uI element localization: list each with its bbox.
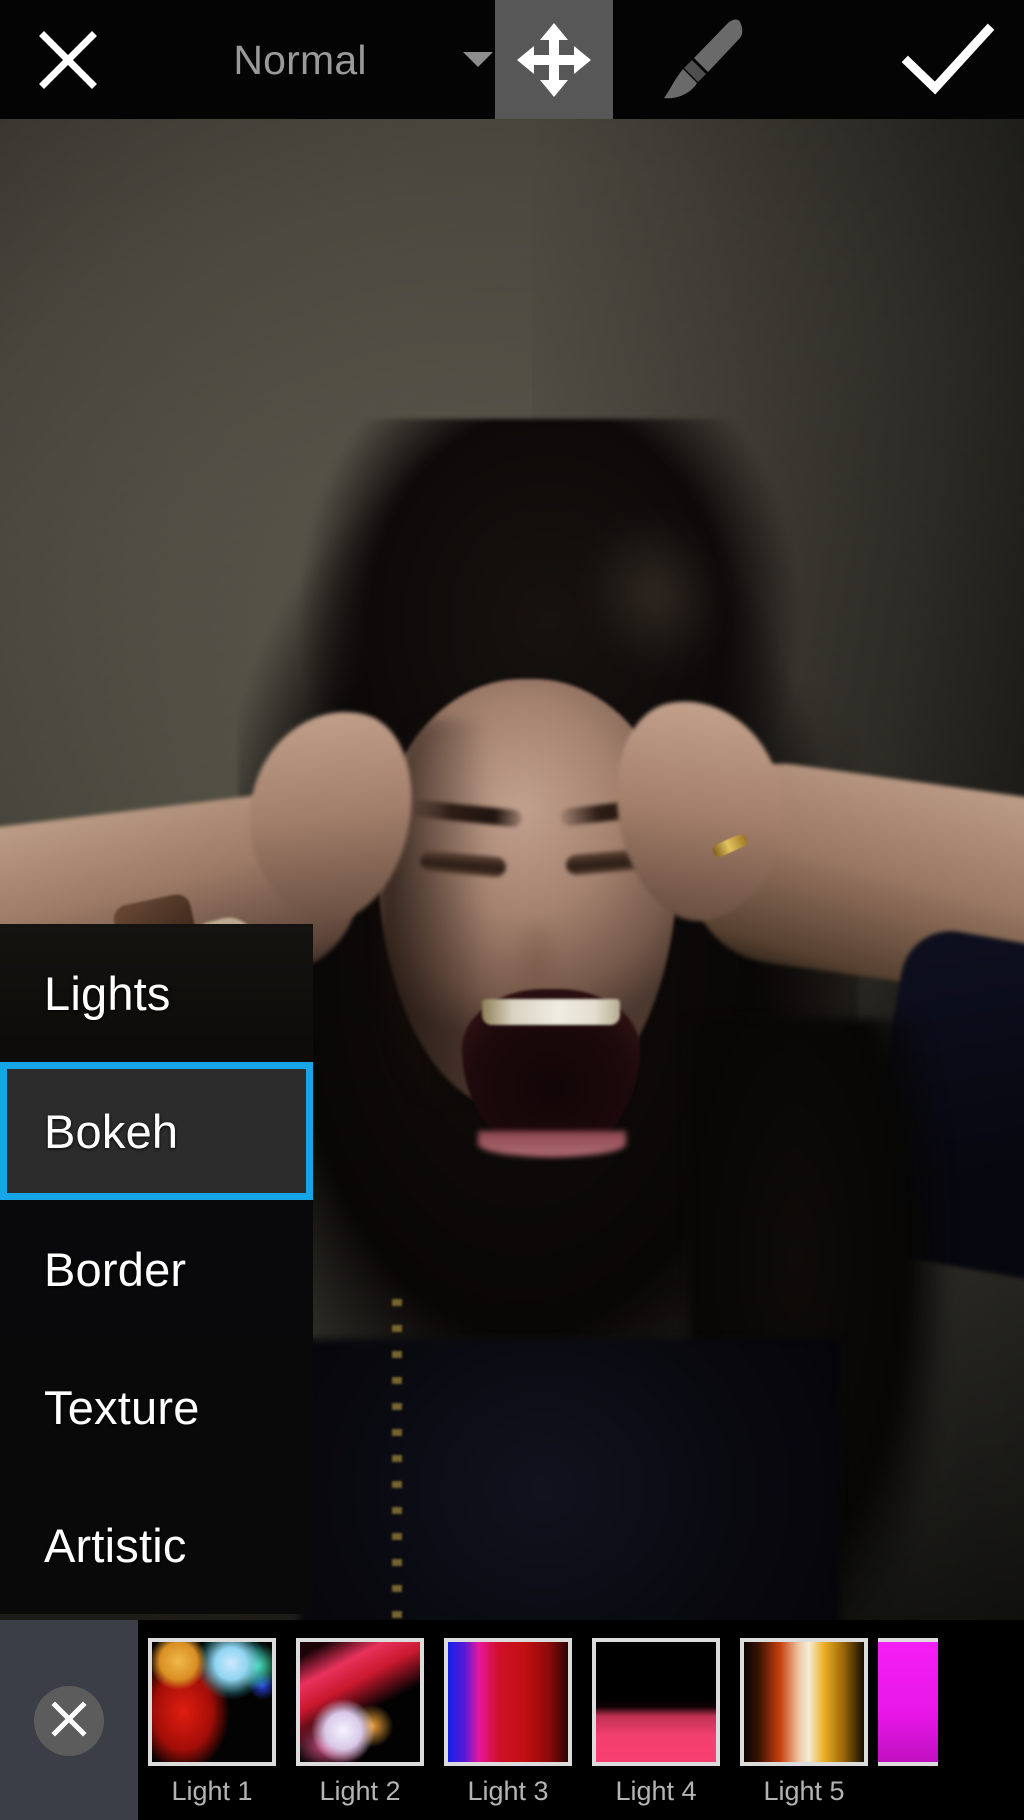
subject-nose	[508, 889, 566, 999]
effect-thumbnail-light-1[interactable]: Light 1	[138, 1620, 286, 1820]
effect-thumbnail-light-3[interactable]: Light 3	[434, 1620, 582, 1820]
effect-preview-image	[296, 1638, 424, 1766]
checkmark-icon	[902, 22, 994, 98]
confirm-button[interactable]	[895, 12, 1001, 108]
subject-teeth	[482, 999, 620, 1025]
effect-thumbnail-light-2[interactable]: Light 2	[286, 1620, 434, 1820]
top-toolbar: Normal	[0, 0, 1024, 119]
move-arrows-icon	[515, 21, 593, 99]
effect-preview-image	[878, 1638, 938, 1766]
move-tool-button[interactable]	[495, 0, 613, 119]
category-label: Lights	[44, 966, 171, 1020]
effect-preview-image	[444, 1638, 572, 1766]
category-label: Bokeh	[44, 1104, 179, 1158]
effect-thumbnail-label: Light 4	[615, 1776, 697, 1806]
close-icon	[49, 1699, 89, 1744]
brush-tool-button[interactable]	[640, 8, 760, 112]
effect-thumbnail-label: Light 2	[319, 1776, 401, 1806]
thumbnail-strip[interactable]: Light 1 Light 2 Light 3 Light 4 Light 5	[138, 1620, 1024, 1820]
editor-root: Normal Lights Bokeh Border Texture Artis…	[0, 0, 1024, 1820]
category-item-texture[interactable]: Texture	[0, 1338, 313, 1476]
effect-thumbnail-label: Light 5	[763, 1776, 845, 1806]
category-item-border[interactable]: Border	[0, 1200, 313, 1338]
category-label: Texture	[44, 1380, 200, 1434]
blend-mode-selector[interactable]: Normal	[155, 10, 445, 110]
category-label: Artistic	[44, 1518, 187, 1572]
paintbrush-icon	[652, 16, 748, 104]
category-label: Border	[44, 1242, 187, 1296]
effect-thumbnail-light-4[interactable]: Light 4	[582, 1620, 730, 1820]
effect-thumbnail-bar: Light 1 Light 2 Light 3 Light 4 Light 5	[0, 1620, 1024, 1820]
cancel-button[interactable]	[22, 14, 114, 106]
category-item-bokeh[interactable]: Bokeh	[0, 1062, 313, 1200]
category-menu: Lights Bokeh Border Texture Artistic	[0, 924, 313, 1616]
effect-thumbnail-light-6[interactable]	[878, 1620, 938, 1820]
effect-thumbnail-label: Light 3	[467, 1776, 549, 1806]
blend-mode-label: Normal	[233, 36, 367, 83]
subject-zipper	[392, 1299, 402, 1659]
close-icon	[37, 29, 99, 91]
effect-preview-image	[740, 1638, 868, 1766]
close-effects-button[interactable]	[34, 1686, 104, 1756]
chevron-down-icon[interactable]	[463, 52, 493, 67]
subject-lower-lip	[478, 1131, 626, 1157]
effect-thumbnail-light-5[interactable]: Light 5	[730, 1620, 878, 1820]
category-item-lights[interactable]: Lights	[0, 924, 313, 1062]
thumbnail-bar-left-panel	[0, 1620, 138, 1820]
effect-preview-image	[592, 1638, 720, 1766]
effect-thumbnail-label: Light 1	[171, 1776, 253, 1806]
category-item-artistic[interactable]: Artistic	[0, 1476, 313, 1614]
effect-preview-image	[148, 1638, 276, 1766]
